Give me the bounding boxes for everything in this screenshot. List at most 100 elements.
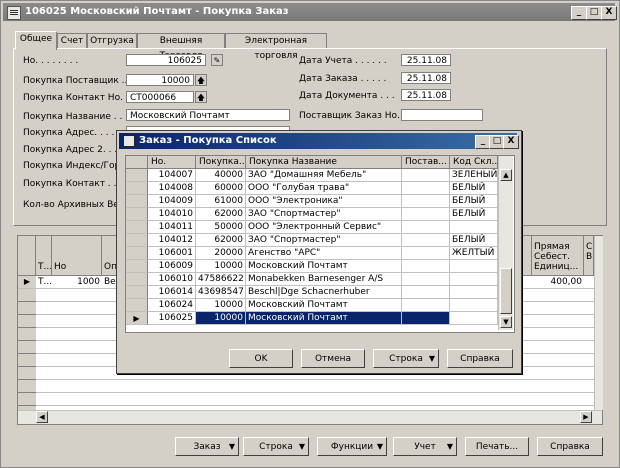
line-menu-button[interactable]: Строка ▼	[373, 349, 439, 368]
tab-e-commerce[interactable]: Электронная торговля	[225, 33, 327, 61]
tab-shipping[interactable]: Отгрузка	[87, 33, 137, 49]
list-item[interactable]: 106014 43698547 Beschl|Dge Schacnerhuber	[126, 286, 498, 299]
no-field[interactable]: 106025	[126, 54, 206, 66]
list-item-vendor[interactable]: 20000	[196, 247, 246, 260]
row-selector[interactable]	[126, 234, 148, 247]
list-item-vendor2[interactable]	[402, 208, 450, 221]
list-item[interactable]: 106009 10000 Московский Почтамт	[126, 260, 498, 273]
tab-invoicing[interactable]: Счет	[57, 33, 87, 49]
list-item-vendor[interactable]: 10000	[196, 299, 246, 312]
ok-button[interactable]: OK	[229, 349, 293, 368]
print-button[interactable]: Печать...	[465, 437, 529, 456]
list-item-name[interactable]: Московский Почтамт	[246, 312, 402, 325]
order-menu-button[interactable]: Заказ ▼	[175, 437, 239, 456]
list-item[interactable]: 106024 10000 Московский Почтамт	[126, 299, 498, 312]
list-item-location[interactable]	[450, 221, 498, 234]
list-item-vendor[interactable]: 61000	[196, 195, 246, 208]
list-item-no[interactable]: 104012	[148, 234, 196, 247]
list-item-vendor[interactable]: 47586622	[196, 273, 246, 286]
row-selector[interactable]	[126, 299, 148, 312]
list-item[interactable]: 104011 50000 ООО "Электронный Сервис"	[126, 221, 498, 234]
list-item[interactable]: 104009 61000 ООО "Электроника" БЕЛЫЙ	[126, 195, 498, 208]
list-item-vendor[interactable]: 50000	[196, 221, 246, 234]
contact-no-field[interactable]: CT000066	[126, 91, 194, 103]
minimize-button[interactable]: _	[571, 6, 587, 20]
list-item-vendor2[interactable]	[402, 195, 450, 208]
vendor-order-no-field[interactable]	[401, 109, 483, 121]
list-item-no[interactable]: 104009	[148, 195, 196, 208]
list-item-no[interactable]: 106010	[148, 273, 196, 286]
posting-menu-button[interactable]: Учет ▼	[393, 437, 457, 456]
list-item[interactable]: 106001 20000 Агенство "АРС" ЖЕЛТЫЙ	[126, 247, 498, 260]
list-item-vendor2[interactable]	[402, 221, 450, 234]
list-item[interactable]: ▶ 106025 10000 Московский Почтамт	[126, 312, 498, 325]
list-item-no[interactable]: 106025	[148, 312, 196, 325]
list-item-name[interactable]: ООО "Электронный Сервис"	[246, 221, 402, 234]
list-item-location[interactable]: БЕЛЫЙ	[450, 182, 498, 195]
list-item[interactable]: 104007 40000 ЗАО "Домашняя Мебель" ЗЕЛЕНЫЙ	[126, 169, 498, 182]
grid-horizontal-scrollbar[interactable]: ◀ ▶	[18, 410, 602, 424]
list-item-location[interactable]	[450, 299, 498, 312]
scroll-up-icon[interactable]: ▲	[500, 169, 512, 181]
row-unit-cost[interactable]: 400,00	[532, 276, 583, 288]
list-item-vendor[interactable]: 10000	[196, 260, 246, 273]
order-date-field[interactable]: 25.11.08	[401, 72, 451, 84]
help-button[interactable]: Справка	[537, 437, 603, 456]
list-item-vendor2[interactable]	[402, 299, 450, 312]
row-selector[interactable]	[126, 169, 148, 182]
list-item-vendor[interactable]: 40000	[196, 169, 246, 182]
list-item-location[interactable]: ЖЕЛТЫЙ	[450, 247, 498, 260]
row-no[interactable]: 1000	[52, 276, 100, 288]
functions-menu-button[interactable]: Функции ▼	[317, 437, 387, 456]
list-item-vendor[interactable]: 62000	[196, 208, 246, 221]
list-item-name[interactable]: ЗАО "Домашняя Мебель"	[246, 169, 402, 182]
list-item-vendor2[interactable]	[402, 286, 450, 299]
list-item-location[interactable]: ЗЕЛЕНЫЙ	[450, 169, 498, 182]
close-button[interactable]: X	[601, 6, 617, 20]
name-field[interactable]: Московский Почтамт	[126, 109, 290, 121]
row-selector[interactable]	[126, 286, 148, 299]
posting-date-field[interactable]: 25.11.08	[401, 54, 451, 66]
list-item-no[interactable]: 104010	[148, 208, 196, 221]
row-selector[interactable]	[126, 208, 148, 221]
list-item-vendor2[interactable]	[402, 312, 450, 325]
list-item-vendor[interactable]: 62000	[196, 234, 246, 247]
row-selector[interactable]: ▶	[126, 312, 148, 325]
tab-foreign-trade[interactable]: Внешняя Тэрговля	[137, 33, 225, 61]
list-item-vendor2[interactable]	[402, 169, 450, 182]
list-item-vendor2[interactable]	[402, 182, 450, 195]
list-item-name[interactable]: ЗАО "Спортмастер"	[246, 234, 402, 247]
list-item[interactable]: 104010 62000 ЗАО "Спортмастер" БЕЛЫЙ	[126, 208, 498, 221]
list-item-no[interactable]: 106009	[148, 260, 196, 273]
list-item-no[interactable]: 106001	[148, 247, 196, 260]
list-item[interactable]: 104012 62000 ЗАО "Спортмастер" БЕЛЫЙ	[126, 234, 498, 247]
list-item-location[interactable]	[450, 273, 498, 286]
list-item-name[interactable]: ООО "Голубая трава"	[246, 182, 402, 195]
tab-general[interactable]: Общее	[15, 31, 57, 50]
list-col-no[interactable]: Но.	[148, 156, 196, 169]
row-selector[interactable]	[126, 273, 148, 286]
row-selector[interactable]	[126, 260, 148, 273]
list-item-vendor[interactable]: 43698547	[196, 286, 246, 299]
row-selector[interactable]	[126, 221, 148, 234]
document-date-field[interactable]: 25.11.08	[401, 89, 451, 101]
list-vertical-scrollbar[interactable]: ▲ ▼	[498, 156, 513, 330]
scroll-thumb[interactable]	[500, 268, 512, 314]
list-col-location[interactable]: Код Скл...	[450, 156, 498, 169]
list-item[interactable]: 106010 47586622 Monabekken Barnesenger A/S	[126, 273, 498, 286]
list-item-no[interactable]: 104011	[148, 221, 196, 234]
no-column-header[interactable]: Но	[52, 236, 102, 276]
dialog-help-button[interactable]: Справка	[447, 349, 513, 368]
row-selector[interactable]	[126, 195, 148, 208]
window-titlebar[interactable]: 106025 Московский Почтамт - Покупка Зака…	[3, 3, 617, 21]
list-item-location[interactable]: БЕЛЫЙ	[450, 208, 498, 221]
list-item-location[interactable]: БЕЛЫЙ	[450, 234, 498, 247]
list-item-no[interactable]: 106024	[148, 299, 196, 312]
lookup-arrow-icon[interactable]: 🡅	[195, 74, 207, 86]
list-item-name[interactable]: Московский Почтамт	[246, 299, 402, 312]
list-item-vendor[interactable]: 10000	[196, 312, 246, 325]
scroll-right-icon[interactable]: ▶	[580, 411, 592, 423]
row-selector[interactable]	[126, 247, 148, 260]
vendor-no-field[interactable]: 10000	[126, 74, 194, 86]
row-type[interactable]: Т...	[38, 276, 52, 288]
